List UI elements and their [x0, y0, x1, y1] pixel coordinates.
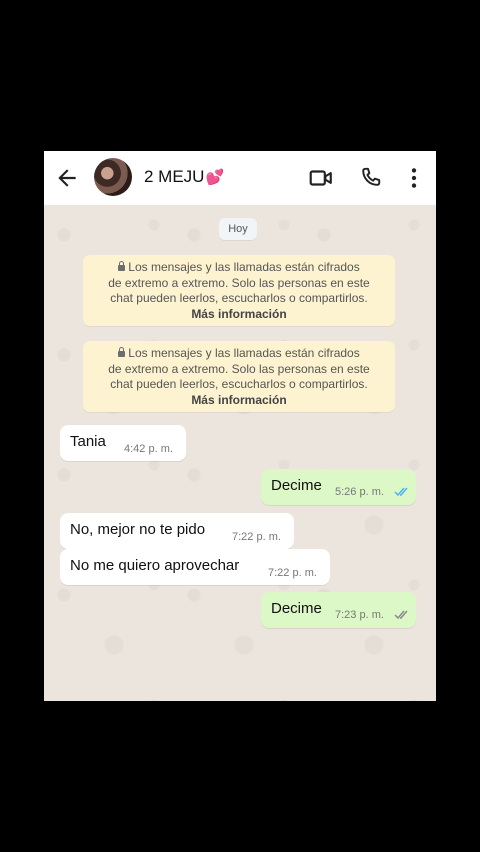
video-call-icon[interactable]	[308, 165, 334, 191]
back-arrow-icon[interactable]	[54, 165, 80, 191]
notice-line-3: chat pueden leerlos, escucharlos o compa…	[110, 291, 368, 305]
encryption-notice[interactable]: Los mensajes y las llamadas están cifrad…	[83, 341, 395, 412]
lock-icon	[118, 261, 126, 271]
lock-icon	[118, 347, 126, 357]
double-check-icon	[394, 487, 408, 497]
notice-line-2: de extremo a extremo. Solo las personas …	[108, 275, 370, 290]
more-info-link[interactable]: Más información	[83, 307, 395, 323]
message-time: 7:23 p. m.	[335, 609, 384, 621]
message-text: Tania	[70, 433, 106, 450]
notice-line-2: de extremo a extremo. Solo las personas …	[108, 361, 370, 376]
message-text: No, mejor no te pido	[70, 521, 206, 538]
message-bubble-outgoing[interactable]: Decime 7:23 p. m.	[261, 592, 416, 628]
message-time: 7:22 p. m.	[232, 531, 281, 543]
message-bubble-incoming[interactable]: No, mejor no te pido 7:22 p. m.	[60, 513, 294, 549]
message-bubble-outgoing[interactable]: Decime 5:26 p. m.	[261, 469, 416, 505]
message-time: 7:22 p. m.	[268, 567, 317, 579]
heart-emoji: 💕	[205, 169, 225, 186]
date-chip: Hoy	[219, 218, 257, 240]
phone-icon[interactable]	[358, 165, 384, 191]
encryption-notice[interactable]: Los mensajes y las llamadas están cifrad…	[83, 255, 395, 326]
message-bubble-incoming[interactable]: Tania 4:42 p. m.	[60, 425, 186, 461]
notice-line-3: chat pueden leerlos, escucharlos o compa…	[110, 377, 368, 391]
notice-line: Los mensajes y las llamadas están cifrad…	[83, 346, 395, 362]
message-text: Decime	[271, 600, 322, 617]
more-info-link[interactable]: Más información	[83, 393, 395, 409]
double-check-icon	[394, 610, 408, 620]
contact-name-text: 2 MEJU	[144, 167, 205, 186]
more-options-icon[interactable]	[401, 165, 427, 191]
message-time: 5:26 p. m.	[335, 486, 384, 498]
message-text: Decime	[271, 477, 322, 494]
notice-line-1: Los mensajes y las llamadas están cifrad…	[128, 260, 360, 274]
message-bubble-incoming[interactable]: No me quiero aprovechar 7:22 p. m.	[60, 549, 330, 585]
message-list[interactable]: Hoy Los mensajes y las llamadas están ci…	[44, 205, 436, 701]
contact-name[interactable]: 2 MEJU💕	[144, 167, 224, 187]
message-text: No me quiero aprovechar	[70, 557, 240, 574]
contact-avatar[interactable]	[94, 158, 132, 196]
chat-screen: 2 MEJU💕 Hoy Los mensajes y las llamadas …	[44, 151, 436, 701]
chat-header: 2 MEJU💕	[44, 151, 436, 206]
notice-line-1: Los mensajes y las llamadas están cifrad…	[128, 346, 360, 360]
notice-line: Los mensajes y las llamadas están cifrad…	[83, 260, 395, 276]
message-time: 4:42 p. m.	[124, 443, 173, 455]
